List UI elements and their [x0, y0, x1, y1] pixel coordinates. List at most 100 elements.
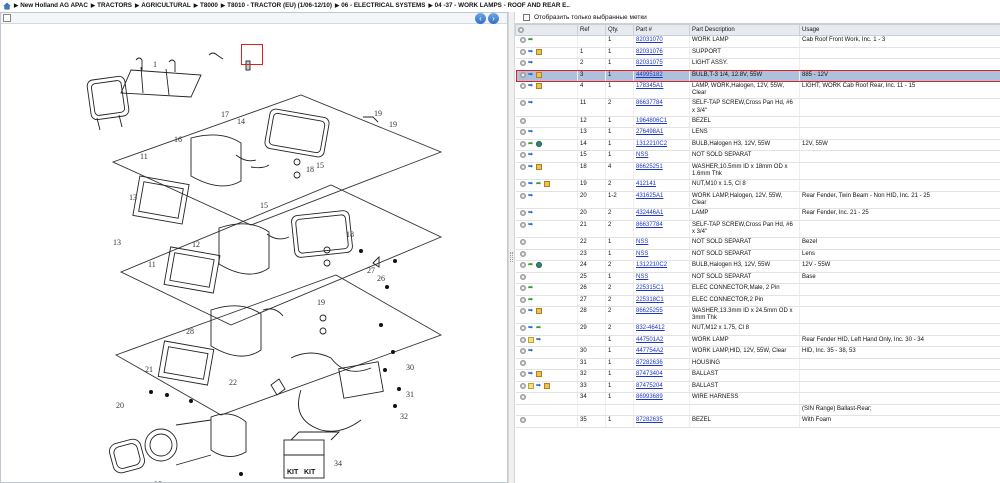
table-row[interactable]: ➥ 20 2 432446A1 LAMP Rear Fender, Inc. 21 - 2…: [515, 208, 1000, 221]
home-icon[interactable]: [3, 1, 11, 10]
note-icon[interactable]: [527, 382, 534, 389]
table-row[interactable]: ➥ 30 1 447754A2 WORK LAMP,HID, 12V, 55W, Cle…: [515, 346, 1000, 359]
part-number-link[interactable]: 225315C1: [636, 285, 664, 291]
part-number-link[interactable]: 1312210C2: [636, 262, 667, 268]
forward-arrow-icon[interactable]: ➦: [536, 325, 542, 331]
table-row[interactable]: ➥ 28 2 86625255 WASHER,13.3mm ID x 24.5mm OD…: [515, 306, 1000, 325]
breadcrumb-item[interactable]: 06 - ELECTRICAL SYSTEMS: [341, 2, 425, 9]
table-row[interactable]: ➦ 24 2 1312210C2 BULB,Halogen H3, 12V, 55W 12…: [515, 260, 1000, 273]
table-row[interactable]: ➥ 1 447501A2 WORK LAMP Rear Fender HID, Left…: [515, 335, 1000, 348]
table-row[interactable]: ➦ 26 2 225315C1 ELEC CONNECTOR,Male, 2 Pin: [515, 283, 1000, 296]
breadcrumb-item[interactable]: T8010 - TRACTOR (EU) (1/06-12/10): [227, 2, 332, 9]
settings-icon[interactable]: [519, 181, 526, 188]
part-number-link[interactable]: 86625251: [636, 164, 663, 170]
settings-icon[interactable]: [519, 60, 526, 66]
table-row[interactable]: ➥ 15 1 NSS NOT SOLD SEPARAT: [515, 150, 1000, 163]
part-number-link[interactable]: 178345A1: [636, 83, 663, 89]
table-row[interactable]: 35 1 87282635 BEZEL With Foam: [515, 415, 1000, 428]
part-number-link[interactable]: NSS: [636, 152, 648, 158]
part-number-link[interactable]: 225318C1: [636, 297, 664, 303]
part-number-link[interactable]: 431625A1: [636, 193, 663, 199]
settings-icon[interactable]: [519, 262, 526, 269]
panel-splitter[interactable]: [508, 12, 515, 483]
settings-icon[interactable]: [519, 417, 526, 424]
part-number-link[interactable]: 87473404: [636, 371, 663, 377]
table-row[interactable]: ➥ 33 1 87475204 BALLAST: [515, 381, 1000, 394]
settings-icon[interactable]: [518, 26, 524, 33]
breadcrumb-item[interactable]: AGRICULTURAL: [141, 2, 191, 9]
table-row[interactable]: ➦ 14 1 1312210C2 BULB,Halogen H3, 12V, 55W 12…: [515, 139, 1000, 152]
part-number-link[interactable]: 447754A2: [636, 348, 663, 354]
part-number-link[interactable]: 87475204: [636, 383, 663, 389]
settings-icon[interactable]: [519, 382, 526, 389]
return-arrow-icon[interactable]: ➥: [528, 49, 534, 55]
settings-icon[interactable]: [519, 273, 526, 280]
return-arrow-icon[interactable]: ➥: [528, 348, 534, 354]
forward-arrow-icon[interactable]: ➦: [536, 181, 542, 187]
note-icon[interactable]: [527, 336, 534, 343]
settings-icon[interactable]: [519, 48, 526, 55]
package-icon[interactable]: [535, 163, 542, 170]
settings-icon[interactable]: [519, 296, 526, 303]
table-row[interactable]: ➥ 32 1 87473404 BALLAST: [515, 369, 1000, 382]
part-number-link[interactable]: 1312210C2: [636, 141, 667, 147]
settings-icon[interactable]: [519, 348, 526, 355]
return-arrow-icon[interactable]: ➥: [528, 83, 534, 89]
table-row[interactable]: ➥ 18 4 86625251 WASHER,10.5mm ID x 18mm OD x…: [515, 162, 1000, 181]
breadcrumb-item[interactable]: TRACTORS: [97, 2, 132, 9]
forward-arrow-icon[interactable]: ➦: [528, 297, 534, 303]
settings-icon[interactable]: [519, 83, 526, 89]
forward-arrow-icon[interactable]: ➦: [528, 285, 534, 291]
table-row[interactable]: 31 1 87282636 HOUSING: [515, 358, 1000, 371]
package-icon[interactable]: [543, 382, 550, 389]
part-number-link[interactable]: 412141: [636, 181, 656, 187]
header-ref[interactable]: Ref: [577, 24, 606, 36]
return-arrow-icon[interactable]: ➥: [528, 129, 534, 135]
part-number-link[interactable]: 87282635: [636, 417, 663, 423]
return-arrow-icon[interactable]: ➥: [528, 152, 534, 158]
table-row[interactable]: ➥ 13 1 276498A1 LENS: [515, 127, 1000, 140]
return-arrow-icon[interactable]: ➥: [528, 325, 534, 331]
settings-icon[interactable]: [519, 71, 526, 78]
table-row[interactable]: 23 1 NSS NOT SOLD SEPARAT Lens: [515, 249, 1000, 262]
table-row[interactable]: ➥ 20 1-2 431625A1 WORK LAMP,Halogen, 12V, 55…: [515, 191, 1000, 210]
return-arrow-icon[interactable]: ➥: [528, 72, 534, 78]
return-arrow-icon[interactable]: ➥: [528, 164, 534, 170]
package-icon[interactable]: [535, 371, 542, 378]
table-row[interactable]: 12 1 1964806C1 BEZEL: [515, 116, 1000, 129]
return-arrow-icon[interactable]: ➥: [528, 210, 534, 216]
settings-icon[interactable]: [519, 100, 526, 107]
settings-icon[interactable]: [519, 371, 526, 378]
table-row[interactable]: ➦ 1 82031070 WORK LAMP Cab Roof Front Work, …: [515, 35, 1000, 48]
table-row[interactable]: ➥ 2 1 82031075 LIGHT ASSY.: [515, 58, 1000, 71]
header-part[interactable]: Part #: [633, 24, 690, 36]
globe-icon[interactable]: [535, 140, 542, 147]
settings-icon[interactable]: [519, 117, 526, 124]
header-qty[interactable]: Qty.: [605, 24, 634, 36]
breadcrumb-item[interactable]: New Holland AG APAC: [20, 2, 88, 9]
parts-diagram[interactable]: 11919 171416 111313 18 1515 121118 272619…: [1, 25, 507, 483]
table-row[interactable]: ➥ ➦ 29 2 832-46412 NUT,M12 x 1.75, Cl 8: [515, 323, 1000, 336]
table-row[interactable]: ➦ 27 2 225318C1 ELEC CONNECTOR,2 Pin: [515, 295, 1000, 308]
settings-icon[interactable]: [519, 192, 526, 199]
package-icon[interactable]: [535, 71, 542, 78]
splitter-grip-icon[interactable]: [510, 252, 513, 262]
part-number-link[interactable]: 432446A1: [636, 210, 663, 216]
settings-icon[interactable]: [519, 221, 526, 228]
part-number-link[interactable]: 86637784: [636, 222, 663, 228]
part-number-link[interactable]: 86637784: [636, 100, 663, 106]
table-row[interactable]: ➥ 4 1 178345A1 LAMP, WORK,Halogen, 12V, 55W,…: [515, 81, 1000, 100]
header-desc[interactable]: Part Description: [689, 24, 800, 36]
table-row[interactable]: ➥ 21 2 86637784 SELF-TAP SCREW,Cross Pan Hd,…: [515, 220, 1000, 239]
settings-icon[interactable]: [519, 394, 526, 401]
return-arrow-icon[interactable]: ➥: [528, 100, 534, 106]
settings-icon[interactable]: [519, 210, 526, 217]
package-icon[interactable]: [535, 48, 542, 55]
return-arrow-icon[interactable]: ➥: [528, 308, 534, 314]
package-icon[interactable]: [543, 181, 550, 188]
part-number-link[interactable]: NSS: [636, 251, 648, 257]
settings-icon[interactable]: [519, 163, 526, 170]
breadcrumb-item[interactable]: 04 -37 - WORK LAMPS - ROOF AND REAR E..: [435, 2, 570, 9]
table-row[interactable]: (SIN Range) Ballast-Rear;: [515, 404, 1000, 417]
settings-icon[interactable]: [519, 359, 526, 366]
